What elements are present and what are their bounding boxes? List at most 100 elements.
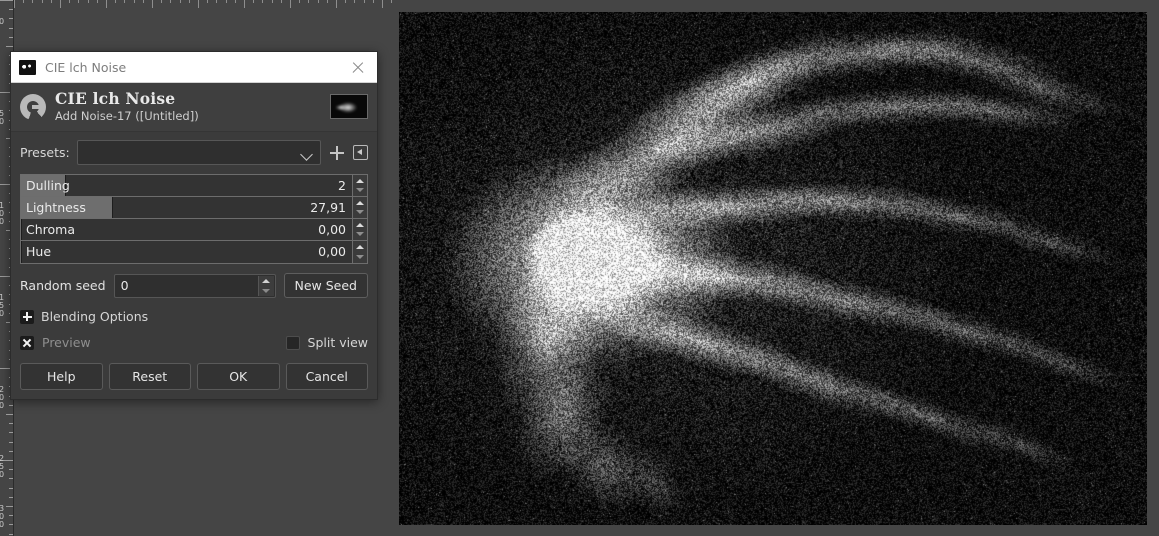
- slider-spinner-icon[interactable]: [352, 219, 367, 240]
- ruler-tick: [308, 0, 309, 3]
- ruler-tick: [6, 46, 13, 47]
- ruler-tick: [207, 0, 208, 3]
- ruler-tick: [9, 28, 13, 29]
- random-seed-label: Random seed: [20, 278, 106, 293]
- horizontal-ruler[interactable]: [14, 0, 399, 10]
- ruler-tick: [143, 0, 144, 3]
- slider-spinner-icon[interactable]: [352, 197, 367, 218]
- checkbox-unchecked-icon[interactable]: [286, 336, 300, 350]
- slider-fill: [21, 241, 22, 263]
- ruler-tick: [170, 0, 171, 3]
- ruler-tick: [14, 0, 15, 8]
- chevron-down-icon: [300, 148, 313, 161]
- slider-label: Lightness: [26, 200, 86, 215]
- slider-value: 2: [338, 178, 346, 193]
- expander-plus-icon[interactable]: [20, 310, 34, 324]
- noise-image-canvas: [399, 12, 1147, 525]
- spinner-up-down-icon[interactable]: [258, 276, 274, 296]
- ruler-tick: [262, 0, 263, 3]
- dialog-body: Presets: Dulling 2 Lightness 27,91 Chroma 0,0…: [11, 132, 377, 399]
- ruler-tick: [124, 0, 125, 3]
- ruler-tick: [134, 0, 135, 3]
- close-icon[interactable]: [345, 54, 371, 80]
- ruler-tick: [9, 488, 13, 489]
- ruler-tick: [69, 0, 70, 3]
- ruler-tick: [51, 0, 52, 3]
- slider-label: Dulling: [26, 178, 70, 193]
- ruler-tick: [60, 0, 61, 8]
- cancel-button[interactable]: Cancel: [286, 363, 369, 390]
- ruler-tick: [9, 37, 13, 38]
- slider-label: Hue: [26, 244, 51, 259]
- ruler-tick: [364, 0, 365, 3]
- slider-row[interactable]: Lightness 27,91: [21, 197, 367, 219]
- ruler-tick: [9, 534, 13, 535]
- ruler-tick: [327, 0, 328, 3]
- help-button[interactable]: Help: [20, 363, 103, 390]
- ruler-label: 250: [0, 455, 11, 479]
- ruler-tick: [354, 0, 355, 3]
- reset-button[interactable]: Reset: [109, 363, 192, 390]
- blending-options-label: Blending Options: [41, 309, 148, 324]
- ruler-tick: [9, 497, 13, 498]
- ruler-tick: [198, 0, 199, 8]
- dialog-title: CIE lch Noise: [45, 60, 345, 75]
- ruler-tick: [391, 0, 392, 3]
- ruler-tick: [78, 0, 79, 3]
- random-seed-value: 0: [115, 278, 129, 293]
- ruler-tick: [345, 0, 346, 3]
- gegl-logo-icon: [20, 94, 46, 120]
- ruler-tick: [9, 451, 13, 452]
- ruler-tick: [216, 0, 217, 3]
- preview-row: Preview Split view: [20, 335, 368, 350]
- filter-subtitle: Add Noise-17 ([Untitled]): [55, 109, 330, 123]
- ruler-tick: [9, 432, 13, 433]
- slider-row[interactable]: Chroma 0,00: [21, 219, 367, 241]
- ruler-tick: [152, 0, 153, 8]
- dialog-header-texts: CIE lch Noise Add Noise-17 ([Untitled]): [55, 90, 330, 123]
- slider-row[interactable]: Dulling 2: [21, 175, 367, 197]
- slider-track[interactable]: Chroma 0,00: [21, 219, 352, 240]
- filter-title: CIE lch Noise: [55, 90, 330, 108]
- slider-spinner-icon[interactable]: [352, 175, 367, 196]
- ruler-tick: [226, 0, 227, 3]
- noisy-hand-image: [399, 12, 1147, 525]
- blending-options-expander[interactable]: Blending Options: [20, 309, 368, 324]
- slider-track[interactable]: Dulling 2: [21, 175, 352, 196]
- ruler-tick: [382, 0, 383, 8]
- ruler-tick: [32, 0, 33, 3]
- cie-lch-noise-dialog: CIE lch Noise CIE lch Noise Add Noise-17…: [10, 51, 378, 400]
- ok-button[interactable]: OK: [197, 363, 280, 390]
- preview-label: Preview: [42, 335, 91, 350]
- ruler-tick: [189, 0, 190, 3]
- checkbox-checked-icon[interactable]: [20, 336, 34, 350]
- gimp-application-window: 050100150200250300 CIE lch Noise CIE lch…: [0, 0, 1159, 536]
- ruler-tick: [88, 0, 89, 3]
- dialog-action-buttons: Help Reset OK Cancel: [20, 363, 368, 390]
- ruler-tick: [9, 442, 13, 443]
- ruler-tick: [23, 0, 24, 3]
- gimp-wilber-icon: [19, 60, 36, 75]
- slider-track[interactable]: Lightness 27,91: [21, 197, 352, 218]
- slider-fill: [21, 219, 22, 240]
- slider-row[interactable]: Hue 0,00: [21, 241, 367, 263]
- slider-track[interactable]: Hue 0,00: [21, 241, 352, 263]
- slider-spinner-icon[interactable]: [352, 241, 367, 263]
- slider-value: 27,91: [310, 200, 346, 215]
- new-seed-button[interactable]: New Seed: [284, 273, 369, 298]
- dialog-titlebar[interactable]: CIE lch Noise: [11, 52, 377, 83]
- presets-label: Presets:: [20, 145, 70, 160]
- layer-thumbnail-preview: [330, 94, 368, 119]
- preset-menu-icon[interactable]: [353, 145, 368, 160]
- ruler-tick: [180, 0, 181, 3]
- plus-icon[interactable]: [328, 144, 346, 162]
- presets-combobox[interactable]: [77, 140, 321, 165]
- slider-value: 0,00: [318, 222, 346, 237]
- ruler-tick: [253, 0, 254, 3]
- ruler-tick: [42, 0, 43, 3]
- random-seed-input[interactable]: 0: [114, 274, 276, 298]
- image-canvas[interactable]: [399, 12, 1147, 525]
- ruler-tick: [336, 0, 337, 8]
- ruler-tick: [235, 0, 236, 3]
- ruler-tick: [318, 0, 319, 3]
